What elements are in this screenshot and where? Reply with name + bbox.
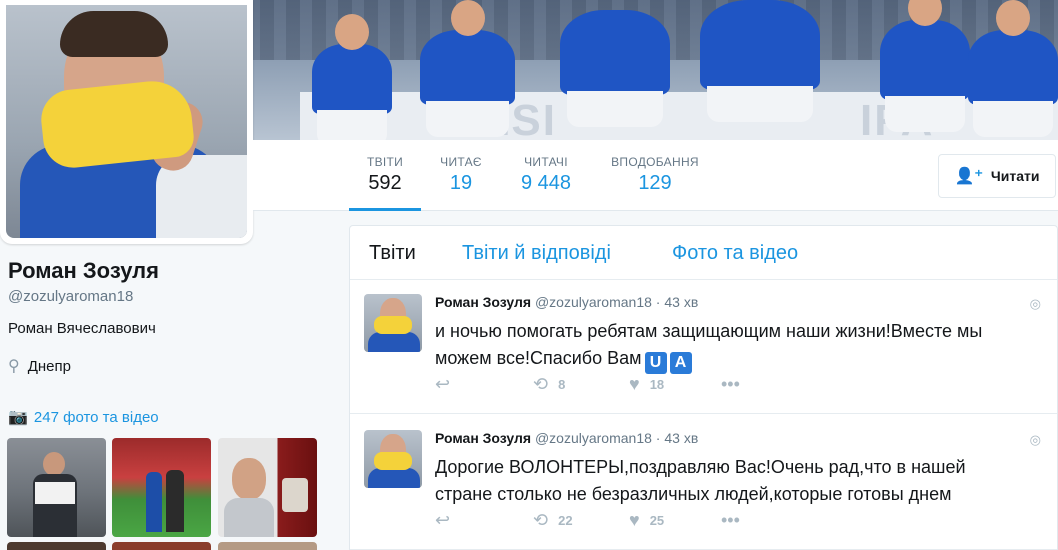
stat-label: ЧИТАЧІ <box>524 155 568 169</box>
banner-player <box>312 14 392 140</box>
stat-value: 592 <box>368 172 402 194</box>
follow-button[interactable]: 👤⁺ Читати <box>938 154 1056 198</box>
tweet-separator: · <box>655 294 661 310</box>
stat-followers[interactable]: ЧИТАЧІ 9 448 <box>511 140 581 211</box>
like-count: 25 <box>649 513 665 528</box>
media-thumbnail[interactable] <box>218 438 317 537</box>
tweet-author-name[interactable]: Роман Зозуля <box>435 430 531 446</box>
profile-handle[interactable]: @zozulyaroman18 <box>8 288 133 305</box>
tweet-author-handle[interactable]: @zozulyaroman18 <box>535 430 652 446</box>
globe-icon: ◎ <box>1029 296 1041 311</box>
stat-following[interactable]: ЧИТАЄ 19 <box>431 140 491 211</box>
profile-name[interactable]: Роман Зозуля <box>8 258 159 284</box>
more-button[interactable]: ••• <box>721 374 740 395</box>
location-pin-icon: ⚲ <box>8 358 20 375</box>
tab-tweets-replies[interactable]: Твіти й відповіді <box>462 242 611 265</box>
retweet-icon: ⟲ <box>533 510 549 530</box>
more-icon: ••• <box>721 510 740 530</box>
banner-player <box>560 10 670 127</box>
profile-location: ⚲ Днепр <box>8 356 71 376</box>
retweet-button[interactable]: ⟲ 8 <box>533 374 565 395</box>
tweet-author-avatar[interactable] <box>364 430 422 488</box>
tweet-timestamp[interactable]: 43 хв <box>664 430 698 446</box>
photos-videos-label: 247 фото та відео <box>33 408 159 426</box>
stat-value: 9 448 <box>520 172 572 194</box>
tweet-actions: ↩ ⟲ 8 ♥ 18 ••• <box>435 374 765 398</box>
stat-likes[interactable]: ВПОДОБАННЯ 129 <box>605 140 705 211</box>
flag-emoji-letter: A <box>669 352 692 374</box>
retweet-button[interactable]: ⟲ 22 <box>533 510 573 531</box>
add-person-icon: 👤⁺ <box>954 168 983 185</box>
retweet-count: 8 <box>558 377 566 392</box>
avatar-photo <box>6 5 247 238</box>
flag-emoji-letter: U <box>644 352 667 374</box>
tweet-separator: · <box>655 430 661 446</box>
tweet-timestamp[interactable]: 43 хв <box>664 294 698 310</box>
stat-label: ЧИТАЄ <box>440 155 482 169</box>
tweet-text: и ночью помогать ребятам защищающим наши… <box>435 318 1025 374</box>
tab-photos-videos[interactable]: Фото та відео <box>672 242 798 265</box>
stat-value: 19 <box>449 172 473 194</box>
location-text: Днепр <box>27 357 71 375</box>
media-thumbnail[interactable] <box>7 542 106 550</box>
globe-icon: ◎ <box>1029 432 1041 447</box>
tweet[interactable]: Роман Зозуля @zozulyaroman18 · 43 хв ◎ Д… <box>350 416 1057 550</box>
banner-player <box>968 0 1058 137</box>
tweet-header: Роман Зозуля @zozulyaroman18 · 43 хв <box>435 430 698 446</box>
media-thumbnail[interactable] <box>7 438 106 537</box>
more-button[interactable]: ••• <box>721 510 740 531</box>
tweet-text: Дорогие ВОЛОНТЕРЫ,поздравляю Вас!Очень р… <box>435 457 966 504</box>
heart-icon: ♥ <box>629 510 640 530</box>
tweet-author-handle[interactable]: @zozulyaroman18 <box>535 294 652 310</box>
stat-value: 129 <box>638 172 672 194</box>
media-thumbnail[interactable] <box>112 438 211 537</box>
tab-tweets[interactable]: Твіти <box>369 242 416 265</box>
media-thumbnail[interactable] <box>112 542 211 550</box>
tweet-author-avatar[interactable] <box>364 294 422 352</box>
more-icon: ••• <box>721 374 740 394</box>
profile-bio: Роман Вячеславович <box>8 320 156 337</box>
profile-avatar[interactable] <box>0 0 253 244</box>
reply-button[interactable]: ↩ <box>435 374 450 395</box>
heart-icon: ♥ <box>629 374 640 394</box>
banner-player <box>420 0 515 137</box>
tweet-actions: ↩ ⟲ 22 ♥ 25 ••• <box>435 510 765 534</box>
timeline-tabs: Твіти Твіти й відповіді Фото та відео <box>350 226 1057 280</box>
reply-icon: ↩ <box>435 374 451 394</box>
stat-label: ВПОДОБАННЯ <box>611 155 699 169</box>
retweet-icon: ⟲ <box>533 374 549 394</box>
tweet[interactable]: Роман Зозуля @zozulyaroman18 · 43 хв ◎ и… <box>350 280 1057 414</box>
banner-player <box>880 0 970 132</box>
tweet-header: Роман Зозуля @zozulyaroman18 · 43 хв <box>435 294 698 310</box>
reply-icon: ↩ <box>435 510 451 530</box>
like-count: 18 <box>649 377 665 392</box>
photos-videos-link[interactable]: 📷 247 фото та відео <box>8 407 159 427</box>
like-button[interactable]: ♥ 18 <box>629 374 664 395</box>
banner-player <box>700 0 820 122</box>
stat-tweets[interactable]: ТВІТИ 592 <box>349 140 421 211</box>
follow-button-label: Читати <box>990 168 1040 184</box>
media-thumbnail[interactable] <box>218 542 317 550</box>
like-button[interactable]: ♥ 25 <box>629 510 664 531</box>
retweet-count: 22 <box>558 513 573 528</box>
tweet-author-name[interactable]: Роман Зозуля <box>435 294 531 310</box>
tweet-text-body: и ночью помогать ребятам защищающим наши… <box>435 321 983 368</box>
tweet-timeline: Твіти Твіти й відповіді Фото та відео Ро… <box>349 225 1058 550</box>
camera-icon: 📷 <box>8 409 28 426</box>
stat-label: ТВІТИ <box>366 155 404 169</box>
reply-button[interactable]: ↩ <box>435 510 450 531</box>
